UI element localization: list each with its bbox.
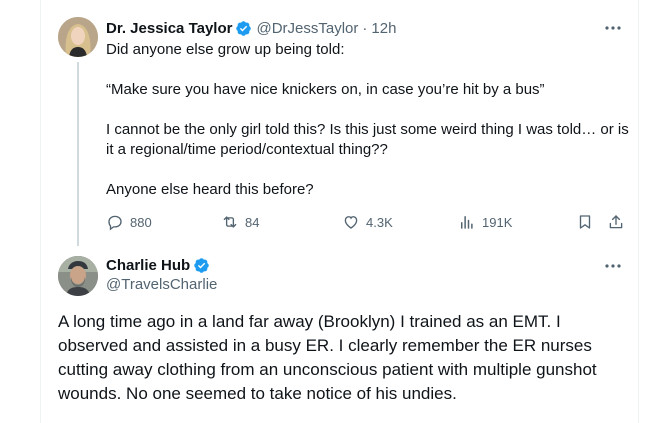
share-button[interactable] [607,211,631,233]
repost-button[interactable]: 84 [221,211,259,233]
tweet-reply[interactable]: Charlie Hub @TravelsCharlie A long time … [41,246,640,423]
reply-button[interactable]: 880 [106,211,152,233]
avatar[interactable] [58,256,98,296]
views-button[interactable]: 191K [458,211,512,233]
timestamp[interactable]: 12h [371,20,396,37]
more-icon[interactable] [603,18,623,38]
like-icon [344,216,358,229]
tweet-paragraph: Anyone else heard this before? [106,181,314,198]
reply-icon [108,215,122,231]
repost-icon [223,216,237,228]
more-icon[interactable] [603,256,623,276]
separator-dot: · [362,19,368,37]
tweet-header: Dr. Jessica Taylor @DrJessTaylor · 12h [106,18,396,38]
thread-line [77,62,79,246]
author-name[interactable]: Charlie Hub [106,257,190,274]
action-bar: 880 84 4.3K 191K [106,211,631,233]
bookmark-button[interactable] [576,211,600,233]
like-button[interactable]: 4.3K [342,211,393,233]
tweet-header: Charlie Hub [106,255,210,275]
tweet-text: A long time ago in a land far away (Broo… [58,312,597,403]
tweet-paragraph: I cannot be the only girl told this? Is … [106,121,629,158]
repost-count: 84 [245,214,260,230]
verified-badge-icon [236,20,252,36]
reply-count: 880 [130,214,152,230]
tweet-original[interactable]: Dr. Jessica Taylor @DrJessTaylor · 12h D… [41,0,640,246]
views-icon [461,216,473,229]
avatar[interactable] [58,17,98,57]
like-count: 4.3K [366,214,393,230]
tweet-paragraph: Did anyone else grow up being told: [106,41,345,58]
bookmark-icon [579,215,591,229]
share-icon [609,215,623,229]
timeline-frame: Dr. Jessica Taylor @DrJessTaylor · 12h D… [40,0,639,423]
author-name[interactable]: Dr. Jessica Taylor [106,20,232,37]
tweet-text: Did anyone else grow up being told: “Mak… [106,40,631,200]
author-handle[interactable]: @DrJessTaylor [256,20,358,37]
views-count: 191K [482,214,513,230]
tweet-paragraph: “Make sure you have nice knickers on, in… [106,81,545,98]
verified-badge-icon [194,257,209,273]
author-handle[interactable]: @TravelsCharlie [106,276,217,293]
